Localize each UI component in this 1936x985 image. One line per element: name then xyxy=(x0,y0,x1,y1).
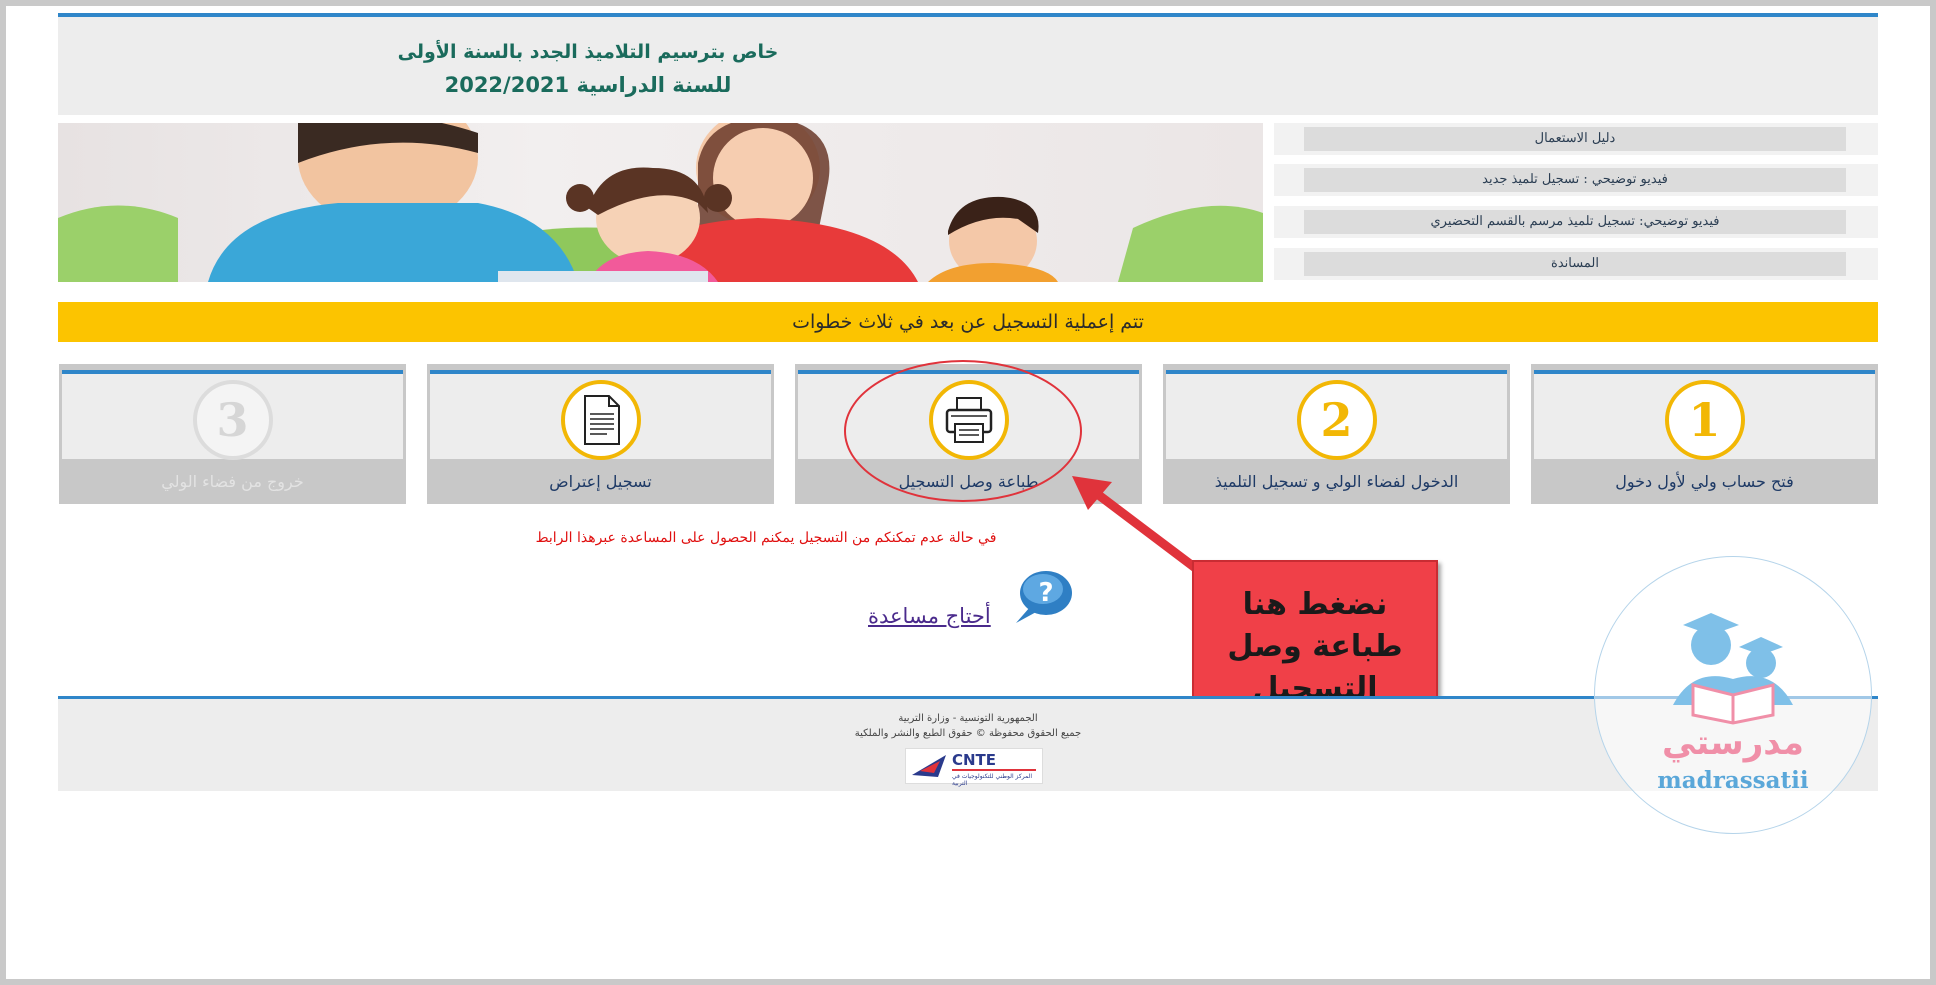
cnte-logo-text: CNTE xyxy=(952,751,997,769)
step-number-1-icon: 1 xyxy=(1664,380,1745,460)
page-canvas: خاص بترسيم التلاميذ الجدد بالسنة الأولى … xyxy=(6,6,1930,979)
document-icon xyxy=(560,380,641,460)
header-title: خاص بترسيم التلاميذ الجدد بالسنة الأولى xyxy=(397,41,779,63)
step-label-objection: تسجيل إعتراض xyxy=(549,472,652,491)
step-label-exit-parent-space: خروج من فضاء الولي xyxy=(161,472,304,491)
menu-item-video-preparatory-student[interactable]: فيديو توضيحي: تسجيل تلميذ مرسم بالقسم ال… xyxy=(1304,210,1846,234)
steps-info-bar: تتم إعملية التسجيل عن بعد في ثلاث خطوات xyxy=(58,302,1878,342)
page-header: خاص بترسيم التلاميذ الجدد بالسنة الأولى … xyxy=(58,13,1878,115)
cnte-logo-bar xyxy=(952,769,1036,771)
watermark-arabic-text: مدرستي xyxy=(1662,723,1804,763)
menu-item-video-new-student[interactable]: فيديو توضيحي : تسجيل تلميذ جديد xyxy=(1304,168,1846,192)
madrassatii-watermark: مدرستي madrassatii xyxy=(1594,556,1872,834)
step-card-open-account[interactable]: 1 فتح حساب ولي لأول دخول xyxy=(1531,364,1878,504)
menu-item-user-guide[interactable]: دليل الاستعمال xyxy=(1304,127,1846,151)
callout-line-1: نضغط هنا xyxy=(1242,587,1388,622)
menu-row-support: المساندة xyxy=(1274,248,1878,280)
callout-line-2: طباعة وصل xyxy=(1227,629,1403,664)
menu-row-guide: دليل الاستعمال xyxy=(1274,123,1878,155)
cnte-emblem-icon xyxy=(912,755,946,777)
family-banner-image xyxy=(58,123,1263,282)
cnte-logo-subtitle: المركز الوطني للتكنولوجيات في التربية xyxy=(952,773,1032,787)
annotation-highlight-ring xyxy=(844,360,1082,502)
step-card-exit-parent-space: 3 خروج من فضاء الولي xyxy=(59,364,406,504)
students-reading-icon xyxy=(1673,613,1793,725)
step-number-2-icon: 2 xyxy=(1296,380,1377,460)
menu-row-video-preparatory: فيديو توضيحي: تسجيل تلميذ مرسم بالقسم ال… xyxy=(1274,206,1878,238)
help-link[interactable]: أحتاج مساعدة xyxy=(868,604,991,628)
step-card-objection[interactable]: تسجيل إعتراض xyxy=(427,364,774,504)
family-illustration xyxy=(58,123,1263,282)
help-bubble-icon[interactable]: ? xyxy=(1008,567,1074,631)
step-number-3-icon: 3 xyxy=(192,380,273,460)
watermark-latin-text: madrassatii xyxy=(1657,767,1809,794)
header-subtitle: للسنة الدراسية 2022/2021 xyxy=(444,73,732,97)
menu-row-video-new: فيديو توضيحي : تسجيل تلميذ جديد xyxy=(1274,164,1878,196)
cnte-logo: CNTE المركز الوطني للتكنولوجيات في الترب… xyxy=(905,748,1043,787)
help-message: في حالة عدم تمكنكم من التسجيل يمكنم الحص… xyxy=(535,530,997,546)
help-bubble-symbol: ? xyxy=(1038,578,1053,608)
step-label-open-account: فتح حساب ولي لأول دخول xyxy=(1615,472,1794,491)
menu-item-support[interactable]: المساندة xyxy=(1304,252,1846,276)
